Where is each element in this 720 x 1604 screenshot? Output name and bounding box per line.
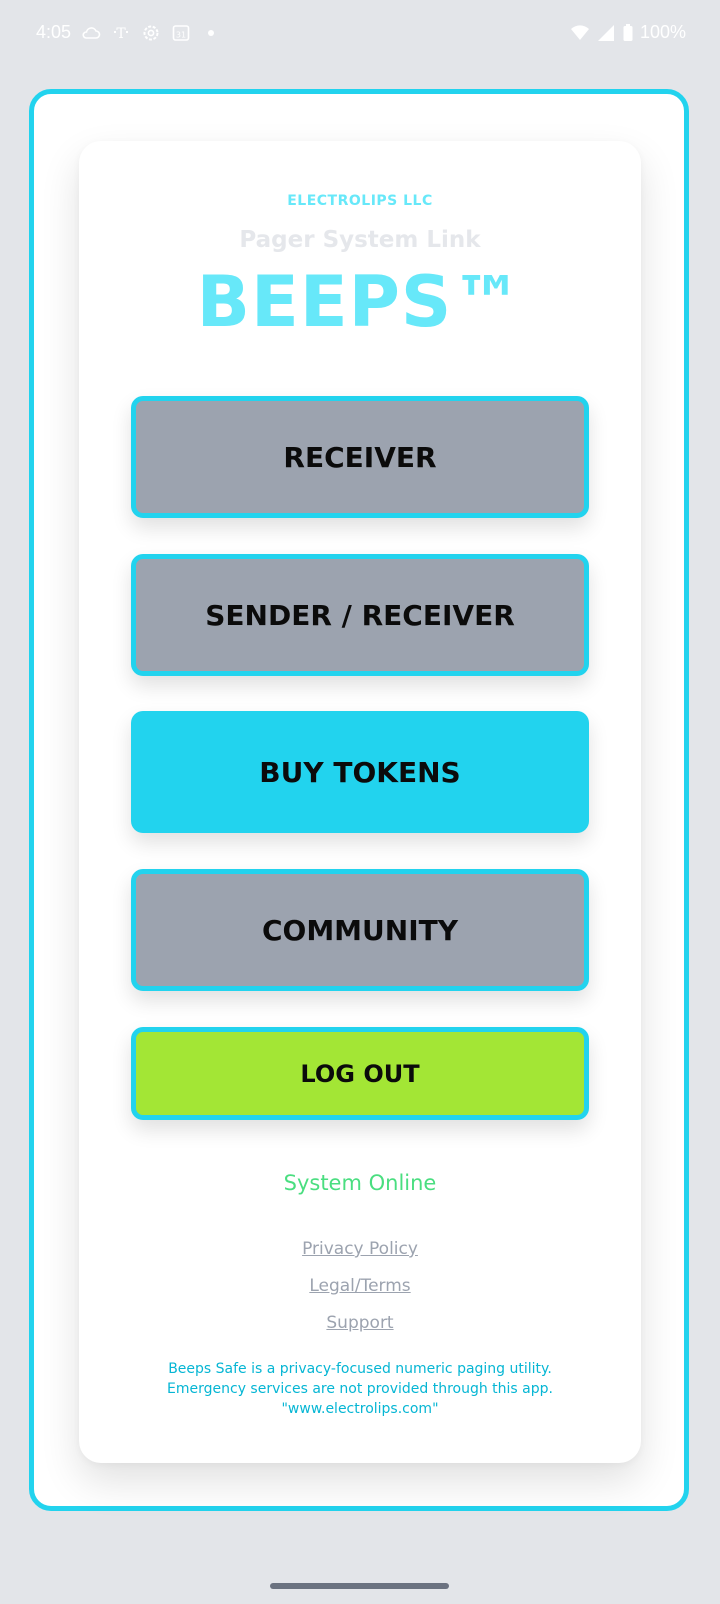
svg-text:T: T (116, 26, 126, 42)
disclaimer-website[interactable]: "www.electrolips.com" (119, 1399, 601, 1419)
status-time: 4:05 (36, 22, 72, 42)
company-name: ELECTROLIPS LLC (287, 193, 433, 209)
buy-tokens-button[interactable]: BUY TOKENS (131, 711, 589, 833)
signal-icon (597, 24, 614, 41)
logout-button[interactable]: LOG OUT (131, 1027, 589, 1120)
status-bar-right: 100% (570, 22, 686, 43)
sender-receiver-button[interactable]: SENDER / RECEIVER (131, 554, 589, 676)
community-button[interactable]: COMMUNITY (131, 869, 589, 991)
privacy-policy-link[interactable]: Privacy Policy (79, 1239, 641, 1259)
tmobile-icon: T (114, 26, 129, 42)
disclaimer-line-2: Emergency services are not provided thro… (167, 1381, 553, 1397)
disclaimer: Beeps Safe is a privacy-focused numeric … (119, 1359, 601, 1419)
app-subtitle: Pager System Link (239, 227, 481, 253)
legal-terms-link[interactable]: Legal/Terms (79, 1276, 641, 1296)
calendar-icon: 31 (172, 24, 190, 41)
cloud-icon (82, 26, 101, 39)
wifi-icon (570, 24, 589, 40)
receiver-button[interactable]: RECEIVER (131, 396, 589, 518)
battery-icon (623, 23, 633, 41)
brand-title: BEEPS™ (196, 261, 524, 343)
settings-gear-icon (143, 25, 159, 40)
status-bar: 4:05 T 31 100% (0, 0, 720, 70)
system-status: System Online (283, 1171, 437, 1195)
svg-text:31: 31 (176, 30, 186, 39)
main-card: ELECTROLIPS LLC Pager System Link BEEPS™… (79, 141, 641, 1463)
disclaimer-line-1: Beeps Safe is a privacy-focused numeric … (168, 1361, 552, 1377)
support-link[interactable]: Support (79, 1313, 641, 1333)
notification-dot-icon (208, 29, 215, 36)
home-indicator[interactable] (270, 1583, 449, 1589)
battery-percentage: 100% (639, 22, 686, 42)
status-bar-left: 4:05 T 31 (36, 22, 221, 43)
